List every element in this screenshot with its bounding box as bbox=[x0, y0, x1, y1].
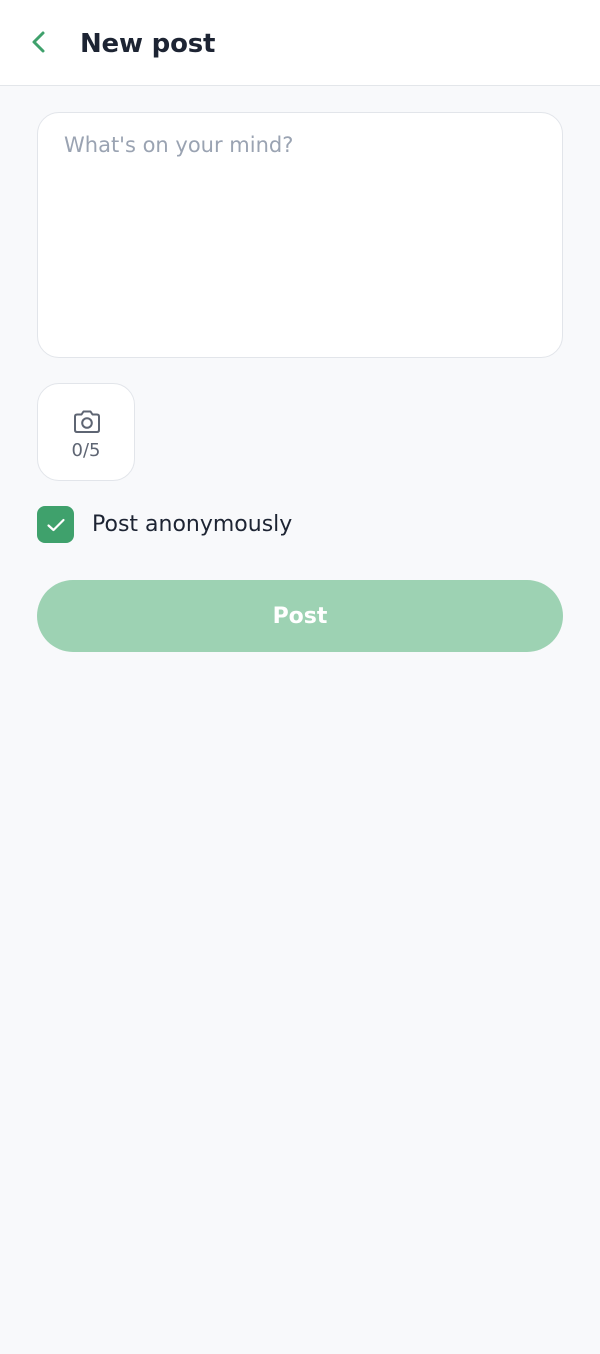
add-photo-button[interactable]: 0/5 bbox=[37, 383, 135, 481]
post-text-input[interactable] bbox=[38, 113, 562, 357]
post-button[interactable]: Post bbox=[37, 580, 563, 652]
checkmark-icon bbox=[46, 518, 65, 531]
chevron-left-icon bbox=[32, 31, 45, 53]
anonymous-checkbox[interactable] bbox=[37, 506, 74, 543]
camera-icon bbox=[74, 410, 100, 433]
photo-count: 0/5 bbox=[71, 440, 101, 461]
anonymous-toggle[interactable]: Post anonymously bbox=[37, 506, 292, 543]
back-button[interactable] bbox=[22, 24, 58, 60]
page-title: New post bbox=[80, 29, 216, 59]
post-composer bbox=[37, 112, 563, 358]
app-header: New post bbox=[0, 0, 600, 86]
anonymous-label: Post anonymously bbox=[92, 512, 293, 537]
